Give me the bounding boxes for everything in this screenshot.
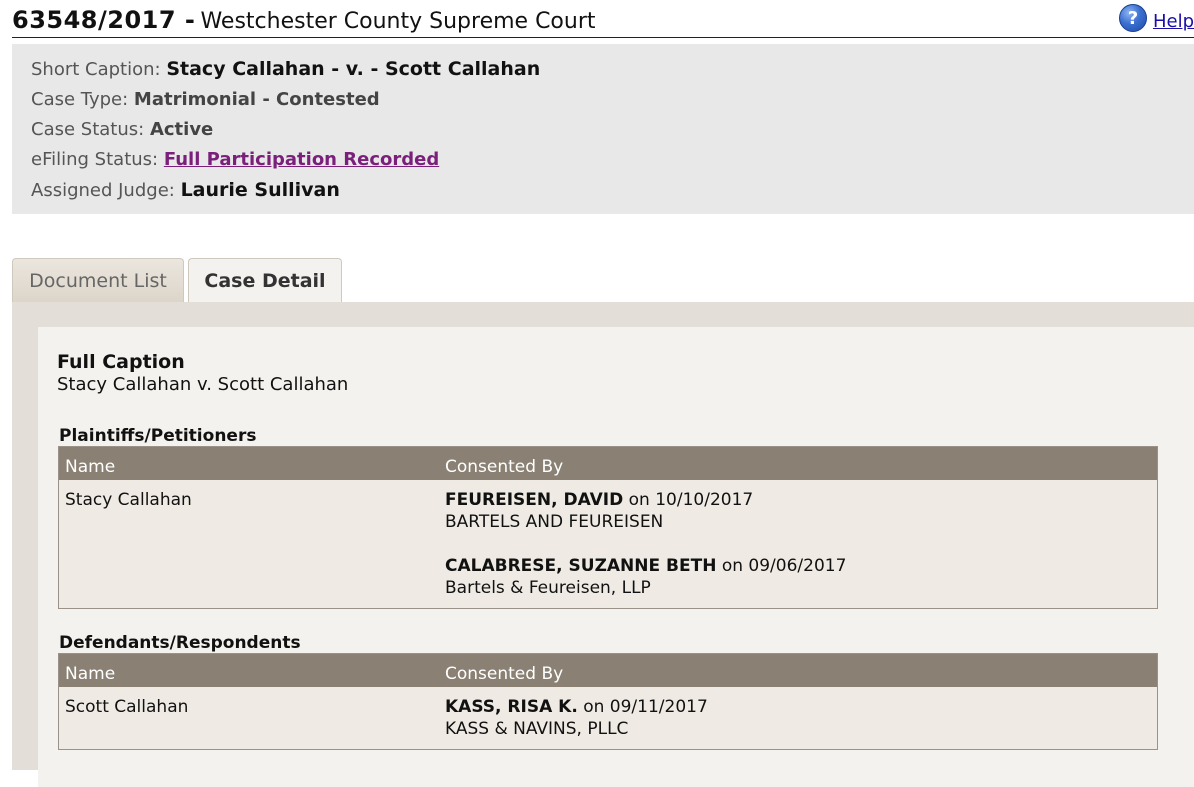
- help-link[interactable]: Help: [1153, 11, 1194, 32]
- case-status-row: Case Status: Active: [31, 119, 213, 140]
- party-name: Stacy Callahan: [65, 490, 192, 510]
- short-caption-row: Short Caption: Stacy Callahan - v. - Sco…: [31, 58, 540, 80]
- consent-entry: FEUREISEN, DAVID on 10/10/2017 BARTELS A…: [445, 490, 753, 532]
- column-header-name: Name: [65, 664, 116, 684]
- page-title: 63548/2017 - Westchester County Supreme …: [12, 6, 596, 34]
- assigned-judge-label: Assigned Judge:: [31, 180, 175, 201]
- case-summary: Short Caption: Stacy Callahan - v. - Sco…: [12, 44, 1194, 214]
- case-type-label: Case Type:: [31, 89, 129, 110]
- assigned-judge-row: Assigned Judge: Laurie Sullivan: [31, 179, 340, 201]
- full-caption-heading: Full Caption: [57, 351, 185, 373]
- column-header-consented-by: Consented By: [445, 664, 564, 684]
- full-caption-value: Stacy Callahan v. Scott Callahan: [57, 374, 349, 395]
- column-header-consented-by: Consented By: [445, 457, 564, 477]
- help-area[interactable]: ? Help: [1118, 4, 1194, 32]
- firm-name: Bartels & Feureisen, LLP: [445, 578, 651, 598]
- case-detail-content: Full Caption Stacy Callahan v. Scott Cal…: [38, 327, 1194, 787]
- page-header: 63548/2017 - Westchester County Supreme …: [12, 4, 1194, 38]
- case-number: 63548/2017 -: [12, 6, 196, 34]
- short-caption-label: Short Caption:: [31, 59, 161, 80]
- efiling-status-row: eFiling Status: Full Participation Recor…: [31, 149, 439, 170]
- consent-date: on 09/06/2017: [721, 556, 847, 576]
- consent-date: on 09/11/2017: [583, 697, 708, 717]
- case-type-row: Case Type: Matrimonial - Contested: [31, 89, 380, 110]
- case-status-value: Active: [149, 119, 214, 140]
- table-header: Name Consented By: [59, 447, 1157, 480]
- column-header-name: Name: [65, 457, 116, 477]
- short-caption-value: Stacy Callahan - v. - Scott Callahan: [166, 58, 541, 80]
- efiling-status-link[interactable]: Full Participation Recorded: [164, 149, 439, 170]
- consent-date: on 10/10/2017: [628, 490, 754, 510]
- attorney-name: KASS, RISA K.: [445, 697, 578, 717]
- tab-case-detail[interactable]: Case Detail: [188, 258, 342, 302]
- case-type-value: Matrimonial - Contested: [133, 89, 380, 110]
- defendants-table: Name Consented By Scott Callahan KASS, R…: [58, 653, 1158, 750]
- case-status-label: Case Status:: [31, 119, 145, 140]
- firm-name: BARTELS AND FEUREISEN: [445, 512, 664, 532]
- party-name: Scott Callahan: [65, 697, 189, 717]
- table-header: Name Consented By: [59, 654, 1157, 687]
- tab-panel: Full Caption Stacy Callahan v. Scott Cal…: [12, 302, 1194, 787]
- consent-entry: CALABRESE, SUZANNE BETH on 09/06/2017 Ba…: [445, 556, 846, 598]
- attorney-name: CALABRESE, SUZANNE BETH: [445, 556, 717, 576]
- efiling-status-label: eFiling Status:: [31, 149, 159, 170]
- consent-entry: KASS, RISA K. on 09/11/2017 KASS & NAVIN…: [445, 697, 708, 739]
- firm-name: KASS & NAVINS, PLLC: [445, 719, 629, 739]
- help-icon[interactable]: ?: [1118, 4, 1147, 32]
- plaintiffs-heading: Plaintiffs/Petitioners: [59, 426, 257, 446]
- plaintiffs-table: Name Consented By Stacy Callahan FEUREIS…: [58, 446, 1158, 609]
- court-name: Westchester County Supreme Court: [200, 9, 596, 34]
- tab-document-list[interactable]: Document List: [12, 258, 184, 302]
- defendants-heading: Defendants/Respondents: [59, 633, 301, 653]
- attorney-name: FEUREISEN, DAVID: [445, 490, 624, 510]
- assigned-judge-value: Laurie Sullivan: [180, 179, 340, 201]
